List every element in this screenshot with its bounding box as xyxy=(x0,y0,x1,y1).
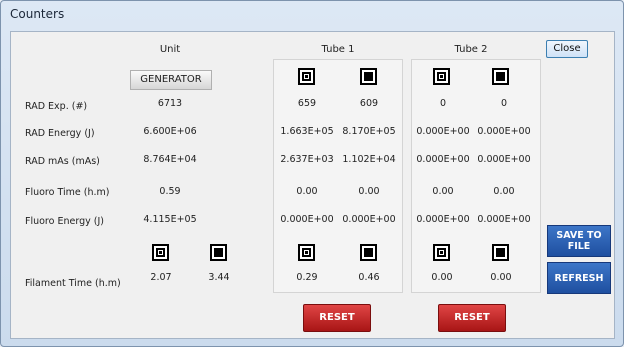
unit-value: 6.600E+06 xyxy=(143,126,197,137)
generator-button[interactable]: GENERATOR xyxy=(130,70,212,90)
row-label-filament-time: Filament Time (h.m) xyxy=(25,278,121,289)
tube2-large-value: 0.000E+00 xyxy=(416,214,470,225)
tube1-large-value: 2.637E+03 xyxy=(280,154,334,165)
column-header-tube1: Tube 1 xyxy=(321,44,355,55)
small-focus-icon[interactable] xyxy=(492,68,509,85)
tube1-large-value: 0.000E+00 xyxy=(280,214,334,225)
row-label-rad-exp: RAD Exp. (#) xyxy=(25,101,88,112)
counters-window: Counters Unit Tube 1 Tube 2 Close GENERA… xyxy=(0,0,624,347)
tube1-small-value: 0.00 xyxy=(358,186,380,197)
row-label-fluoro-time: Fluoro Time (h.m) xyxy=(25,187,110,198)
row-label-rad-energy: RAD Energy (J) xyxy=(25,128,95,139)
tube2-large-value: 0 xyxy=(439,98,447,109)
unit-value: 8.764E+04 xyxy=(143,154,197,165)
tube2-large-value: 0.000E+00 xyxy=(416,154,470,165)
tube2-small-value: 0.000E+00 xyxy=(477,214,531,225)
tube1-small-value: 0.000E+00 xyxy=(342,214,396,225)
filament-tube2-large-value: 0.00 xyxy=(431,272,453,283)
filament-tube1-large-value: 0.29 xyxy=(296,272,318,283)
small-focus-icon[interactable] xyxy=(210,244,227,261)
large-focus-icon[interactable] xyxy=(433,68,450,85)
row-label-rad-mas: RAD mAs (mAs) xyxy=(25,156,100,167)
window-title: Counters xyxy=(10,7,65,21)
large-focus-icon[interactable] xyxy=(298,244,315,261)
large-focus-icon[interactable] xyxy=(433,244,450,261)
tube2-panel xyxy=(411,59,541,293)
unit-value: 6713 xyxy=(157,98,183,109)
tube2-small-value: 0.000E+00 xyxy=(477,126,531,137)
filament-tube2-small-value: 0.00 xyxy=(490,272,512,283)
filament-unit-small-value: 3.44 xyxy=(208,272,230,283)
tube1-large-value: 659 xyxy=(297,98,317,109)
column-header-unit: Unit xyxy=(159,44,181,55)
large-focus-icon[interactable] xyxy=(298,68,315,85)
close-button[interactable]: Close xyxy=(546,40,588,58)
tube2-large-value: 0.00 xyxy=(432,186,454,197)
tube2-reset-button[interactable]: RESET xyxy=(438,304,506,332)
large-focus-icon[interactable] xyxy=(152,244,169,261)
tube1-small-value: 1.102E+04 xyxy=(342,154,396,165)
refresh-button[interactable]: REFRESH xyxy=(547,262,611,294)
tube1-small-value: 609 xyxy=(359,98,379,109)
tube1-panel xyxy=(273,59,403,293)
title-bar: Counters xyxy=(1,1,623,27)
save-to-file-button[interactable]: SAVE TO FILE xyxy=(547,225,611,257)
tube2-small-value: 0 xyxy=(500,98,508,109)
small-focus-icon[interactable] xyxy=(360,68,377,85)
small-focus-icon[interactable] xyxy=(492,244,509,261)
tube1-large-value: 1.663E+05 xyxy=(280,126,334,137)
counters-panel: Unit Tube 1 Tube 2 Close GENERATOR RAD E… xyxy=(10,31,615,339)
tube2-small-value: 0.00 xyxy=(493,186,515,197)
tube2-small-value: 0.000E+00 xyxy=(477,154,531,165)
filament-unit-large-value: 2.07 xyxy=(150,272,172,283)
filament-tube1-small-value: 0.46 xyxy=(358,272,380,283)
tube1-small-value: 8.170E+05 xyxy=(342,126,396,137)
column-header-tube2: Tube 2 xyxy=(454,44,488,55)
row-label-fluoro-energy: Fluoro Energy (J) xyxy=(25,216,104,227)
small-focus-icon[interactable] xyxy=(360,244,377,261)
tube1-reset-button[interactable]: RESET xyxy=(303,304,371,332)
unit-value: 0.59 xyxy=(159,186,181,197)
unit-value: 4.115E+05 xyxy=(143,214,197,225)
tube2-large-value: 0.000E+00 xyxy=(416,126,470,137)
tube1-large-value: 0.00 xyxy=(296,186,318,197)
